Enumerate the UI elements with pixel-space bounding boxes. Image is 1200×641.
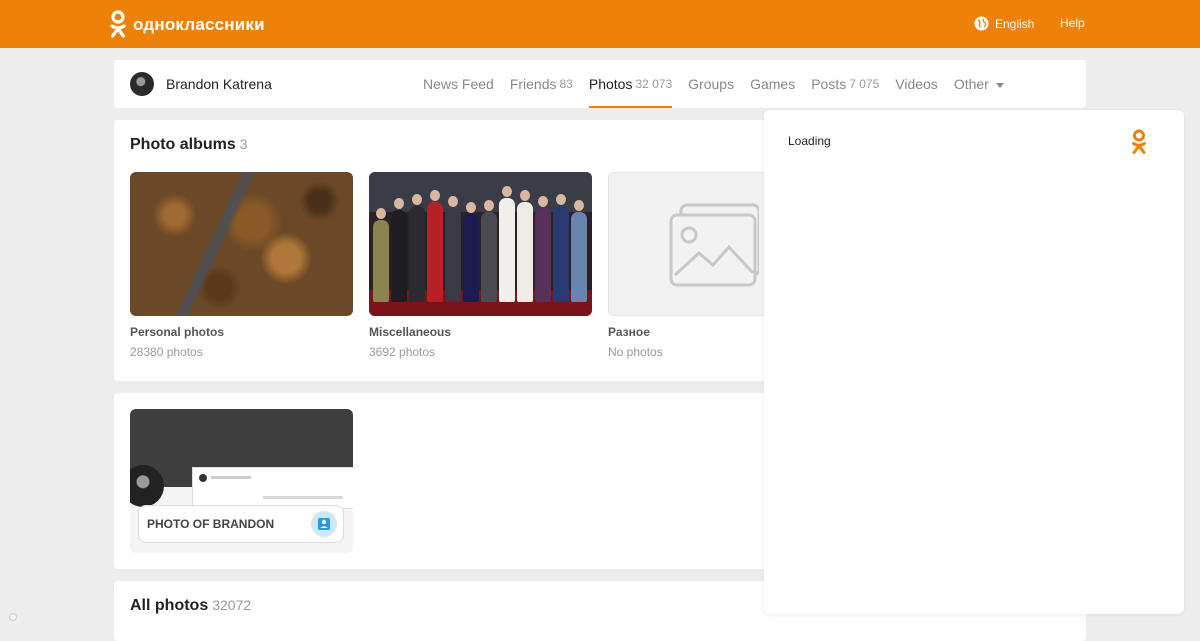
language-selector[interactable]: English [974,16,1034,31]
profile-header: Brandon Katrena News Feed Friends 83 Pho… [114,60,1086,108]
tab-label: Videos [895,76,938,92]
section-title-count: 3 [239,136,248,152]
tab-photos[interactable]: Photos 32 073 [588,60,673,108]
tab-groups[interactable]: Groups [688,60,734,108]
loading-text: Loading [788,134,831,148]
caret-down-icon [995,82,1004,88]
brand-wordmark: одноклассники [133,14,265,34]
ok-logo-icon [1132,129,1146,154]
tab-label: Other [953,76,989,92]
section-title-label: Photo albums [130,136,236,153]
album-card[interactable]: Miscellaneous 3692 photos [369,172,592,359]
avatar [130,465,164,507]
top-bar: одноклассники English Help [0,0,1200,48]
profile-name[interactable]: Brandon Katrena [166,76,272,92]
album-photo-count: 28380 photos [130,345,203,359]
language-label: English [995,16,1035,31]
album-name[interactable]: Personal photos [130,325,353,339]
album-card[interactable]: Personal photos 28380 photos [130,172,353,359]
album-photo-count: 3692 photos [369,345,436,359]
tagged-photos-title: PHOTO OF BRANDON [147,517,275,531]
tab-count: 32 073 [635,77,673,91]
tab-label: Friends [509,76,557,92]
section-title-label: All photos [130,597,209,614]
tab-other[interactable]: Other [954,60,1004,108]
globe-icon [974,16,989,31]
person-tag-icon [311,511,337,537]
section-title: All photos 32072 [130,597,251,615]
tab-label: News Feed [423,76,494,92]
tab-games[interactable]: Games [750,60,795,108]
tab-label: Groups [688,76,735,92]
screenshot-preview [192,467,353,509]
album-name[interactable]: Miscellaneous [369,325,592,339]
status-indicator [9,613,17,621]
section-title: Photo albums 3 [130,136,248,154]
tab-videos[interactable]: Videos [895,60,938,108]
album-thumbnail[interactable] [369,172,592,316]
tab-label: Games [750,76,796,92]
tab-friends[interactable]: Friends 83 [510,60,573,108]
tab-news-feed[interactable]: News Feed [423,60,494,108]
avatar[interactable] [130,72,154,96]
ok-logo-icon [110,10,126,38]
section-title-count: 32072 [212,597,252,613]
tab-label: Posts [811,76,847,92]
tab-label: Photos [588,76,633,92]
album-thumbnail[interactable] [130,172,353,316]
tagged-photos-album[interactable]: PHOTO OF BRANDON [130,409,353,553]
tab-count: 7 075 [849,77,880,91]
tab-count: 83 [559,77,573,91]
tab-posts[interactable]: Posts 7 075 [811,60,879,108]
profile-tabs: News Feed Friends 83 Photos 32 073 Group… [423,60,1020,108]
loading-panel: Loading [764,110,1184,614]
brand-logo-link[interactable]: одноклассники [109,10,265,39]
image-placeholder-icon [669,203,759,287]
tagged-photos-label[interactable]: PHOTO OF BRANDON [138,505,344,543]
help-label: Help [1060,16,1085,30]
help-link[interactable]: Help [1060,16,1085,30]
